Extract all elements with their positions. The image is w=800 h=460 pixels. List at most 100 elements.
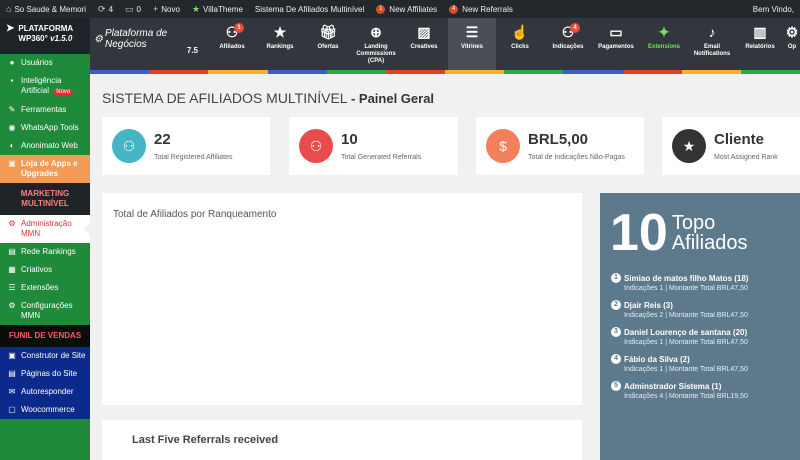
- page-title: SISTEMA DE AFILIADOS MULTINÍVEL - Painel…: [102, 90, 434, 106]
- section-mmn: MARKETING MULTINÍVEL: [0, 183, 90, 215]
- sidebar-item-label: WhatsApp Tools: [21, 123, 79, 132]
- nav-ofertas[interactable]: 🎁︎ Ofertas: [304, 18, 352, 74]
- admin-system-link[interactable]: Sistema De Afiliados Multinível: [249, 0, 370, 18]
- nav-email-notifications[interactable]: ♪ Email Notifications: [688, 18, 736, 74]
- dollar-icon: $: [486, 129, 520, 163]
- stat-label: Total de Indicações Não-Pagas: [528, 154, 625, 161]
- admin-account-menu[interactable]: Bem Vindo,: [747, 0, 800, 18]
- sidebar: ➤ PLATAFORMA WP360° v1.5.0 ● Usuários ▪ In…: [0, 18, 90, 460]
- affiliate-meta: Indicações 4 | Montante Total BRL19,50: [624, 393, 748, 400]
- nav-pagamentos[interactable]: ▭ Pagamentos: [592, 18, 640, 74]
- rank-badge: 2: [611, 300, 621, 310]
- stat-value: 10: [341, 131, 358, 148]
- list-item: 1 Simiao de matos filho Matos (18) Indicaç…: [611, 273, 797, 292]
- new-referrals-badge: 4: [449, 4, 459, 14]
- sidebar-item-ia[interactable]: ▪ Inteligência Artificial Novo: [0, 72, 90, 101]
- nav-label: Vitrines: [461, 44, 483, 50]
- affiliate-name[interactable]: Djair Reis (3): [624, 301, 673, 310]
- rank-badge: 4: [611, 354, 621, 364]
- sidebar-item-loja[interactable]: ▣ Loja de Apps e Upgrades: [0, 155, 90, 183]
- sidebar-item-label: Ferramentas: [21, 105, 67, 114]
- list-item: 2 Djair Reis (3) Indicações 2 | Montante T…: [611, 300, 797, 319]
- sidebar-item-label: Criativos: [21, 265, 53, 274]
- affiliates-icon: ⚇: [112, 129, 146, 163]
- plugin-top-nav: ⚙ Plataforma de Negócios 7.5 ⚇ 1 Afiliados …: [90, 18, 800, 74]
- sidebar-item-whatsapp[interactable]: ◉ WhatsApp Tools: [0, 119, 90, 137]
- top-words: Topo Afiliados: [668, 213, 748, 253]
- admin-theme-link[interactable]: ★ VillaTheme: [186, 0, 249, 18]
- sidebar-item-woocommerce[interactable]: ▢ Woocommerce: [0, 401, 90, 419]
- platform-version: 7.5: [186, 46, 198, 55]
- page-title-main: SISTEMA DE AFILIADOS MULTINÍVEL: [102, 90, 348, 106]
- admin-site-link[interactable]: ⌂ So Saude & Memori: [0, 0, 92, 18]
- admin-new-referrals[interactable]: 4 New Referrals: [443, 0, 519, 18]
- brand-line2: WP360°: [18, 34, 48, 43]
- admin-new-affiliates[interactable]: 1 New Affiliates: [370, 0, 443, 18]
- nav-relatorios[interactable]: ▥ Relatórios: [736, 18, 784, 74]
- nav-creatives[interactable]: ▨ Creatives: [400, 18, 448, 74]
- nav-indicacoes[interactable]: ⚇ 4 Indicações: [544, 18, 592, 74]
- affiliates-by-rank-panel: Total de Afiliados por Ranqueamento: [102, 193, 582, 405]
- sidebar-item-criativos[interactable]: ▦ Criativos: [0, 261, 90, 279]
- sidebar-item-admin-mmn[interactable]: ⚙ Administração MMN: [0, 215, 90, 243]
- nav-label: Clicks: [511, 44, 529, 50]
- sidebar-item-usuarios[interactable]: ● Usuários: [0, 54, 90, 72]
- brand-version: v1.5.0: [50, 34, 73, 43]
- sidebar-item-anonimato[interactable]: ◐ Anonimato Web: [0, 137, 90, 155]
- nav-label: Pagamentos: [598, 44, 634, 50]
- nav-options[interactable]: ⚙ Op: [784, 18, 800, 74]
- sidebar-item-config-mmn[interactable]: ⚙ Configurações MMN: [0, 297, 90, 325]
- rank-badge: 5: [611, 381, 621, 391]
- nav-extensions[interactable]: ✦ Extensions: [640, 18, 688, 74]
- sidebar-item-label: Anonimato Web: [21, 141, 78, 150]
- gift-icon: 🎁︎: [319, 24, 337, 40]
- updates-count: 4: [108, 4, 114, 14]
- nav-landing[interactable]: ⊕ Landing Commissions (CPA): [352, 18, 400, 74]
- extensions-icon: ☰: [8, 283, 16, 292]
- sidebar-item-autoresponder[interactable]: ✉ Autoresponder: [0, 383, 90, 401]
- affiliate-name[interactable]: Simiao de matos filho Matos (18): [624, 274, 748, 283]
- last-referrals-panel: Last Five Referrals received: [102, 420, 582, 460]
- referrals-icon: ⚇: [299, 129, 333, 163]
- stat-card-rank: ★ Cliente Most Assigned Rank: [662, 117, 800, 175]
- sidebar-item-paginas[interactable]: ▤ Páginas do Site: [0, 365, 90, 383]
- color-stripe: [90, 70, 800, 74]
- admin-bar: ⌂ So Saude & Memori ⟳ 4 ▭ 0 + Novo ★ VillaThe…: [0, 0, 800, 18]
- admin-new-link[interactable]: + Novo: [147, 0, 186, 18]
- panel-title: Last Five Referrals received: [132, 434, 279, 446]
- nav-vitrines[interactable]: ☰ Vitrines: [448, 18, 496, 74]
- sidebar-item-label: Configurações MMN: [21, 301, 73, 320]
- sidebar-item-rede-rankings[interactable]: ▤ Rede Rankings: [0, 243, 90, 261]
- sidebar-item-ferramentas[interactable]: ✎ Ferramentas: [0, 101, 90, 119]
- comment-icon: ▭: [125, 3, 134, 14]
- top-number: 10: [610, 204, 668, 262]
- stat-card-referrals: ⚇ 10 Total Generated Referrals: [289, 117, 458, 175]
- admin-comments-link[interactable]: ▭ 0: [119, 0, 147, 18]
- affiliate-name[interactable]: Daniel Lourenço de santana (20): [624, 328, 747, 337]
- nav-rankings[interactable]: ★ Rankings: [256, 18, 304, 74]
- pointer-icon: ☝: [511, 24, 529, 40]
- sidebar-item-label: Usuários: [21, 58, 53, 67]
- sidebar-item-label: Administração MMN: [21, 219, 72, 238]
- nav-clicks[interactable]: ☝ Clicks: [496, 18, 544, 74]
- affiliate-name[interactable]: Adminstrador Sistema (1): [624, 382, 721, 391]
- sidebar-brand[interactable]: ➤ PLATAFORMA WP360° v1.5.0: [0, 18, 90, 54]
- chart-icon: ▥: [753, 24, 767, 40]
- affiliate-name[interactable]: Fábio da Silva (2): [624, 355, 690, 364]
- sidebar-item-extensoes[interactable]: ☰ Extensões: [0, 279, 90, 297]
- admin-updates-link[interactable]: ⟳ 4: [92, 0, 119, 18]
- mail-icon: ✉: [8, 387, 16, 396]
- greeting-label: Bem Vindo,: [752, 4, 794, 14]
- sidebar-item-construtor[interactable]: ▣ Construtor de Site: [0, 347, 90, 365]
- affiliate-meta: Indicações 1 | Montante Total BRL47,50: [624, 366, 748, 373]
- new-label: Novo: [161, 4, 180, 14]
- creatives-icon: ▦: [8, 265, 16, 274]
- stat-label: Total Registered Affiliates: [154, 154, 233, 161]
- page-title-sub: - Painel Geral: [350, 91, 435, 106]
- nav-afiliados[interactable]: ⚇ 1 Afiliados: [208, 18, 256, 74]
- new-referrals-label: New Referrals: [462, 4, 513, 14]
- platform-logo[interactable]: ⚙ Plataforma de Negócios 7.5: [90, 18, 208, 74]
- sidebar-item-label-wrap: Inteligência Artificial Novo: [21, 76, 86, 97]
- users-icon: ●: [9, 58, 15, 67]
- nav-badge: 1: [234, 23, 244, 33]
